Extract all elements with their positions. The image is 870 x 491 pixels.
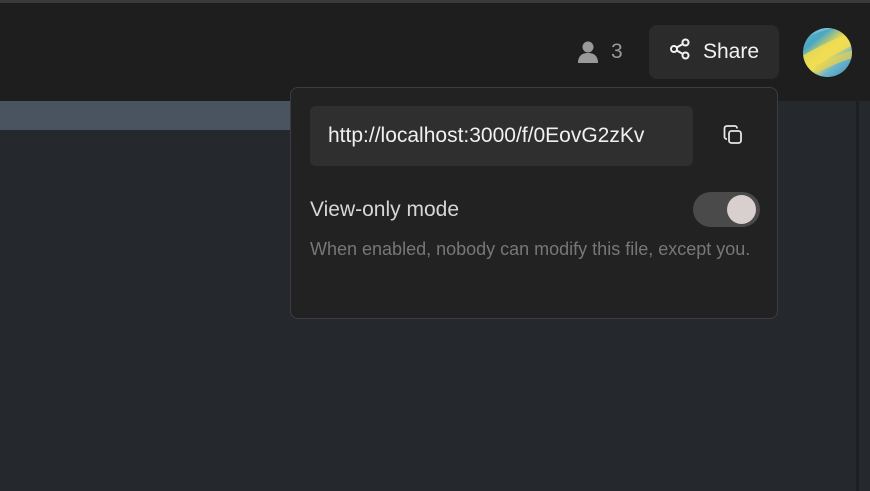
copy-link-button[interactable] [714, 118, 752, 156]
collaborators-count: 3 [611, 40, 623, 63]
top-border [0, 0, 870, 3]
collaborators-indicator[interactable]: 3 [577, 39, 623, 65]
view-only-label: View-only mode [310, 198, 460, 221]
user-avatar[interactable] [803, 28, 852, 77]
user-icon [577, 40, 599, 64]
editor-right-edge [859, 101, 870, 491]
view-only-description: When enabled, nobody can modify this fil… [310, 239, 751, 259]
view-only-toggle[interactable] [693, 192, 760, 227]
share-button[interactable]: Share [649, 25, 779, 79]
copy-icon [722, 124, 744, 151]
share-label: Share [702, 40, 760, 63]
tab-strip [0, 101, 300, 130]
toggle-knob [727, 195, 756, 224]
share-url-field[interactable]: http://localhost:3000/f/0EovG2zKv [310, 106, 693, 166]
share-url-text: http://localhost:3000/f/0EovG2zKv [328, 124, 645, 147]
share-popover: http://localhost:3000/f/0EovG2zKv View-o… [290, 87, 778, 319]
share-icon [669, 38, 691, 66]
